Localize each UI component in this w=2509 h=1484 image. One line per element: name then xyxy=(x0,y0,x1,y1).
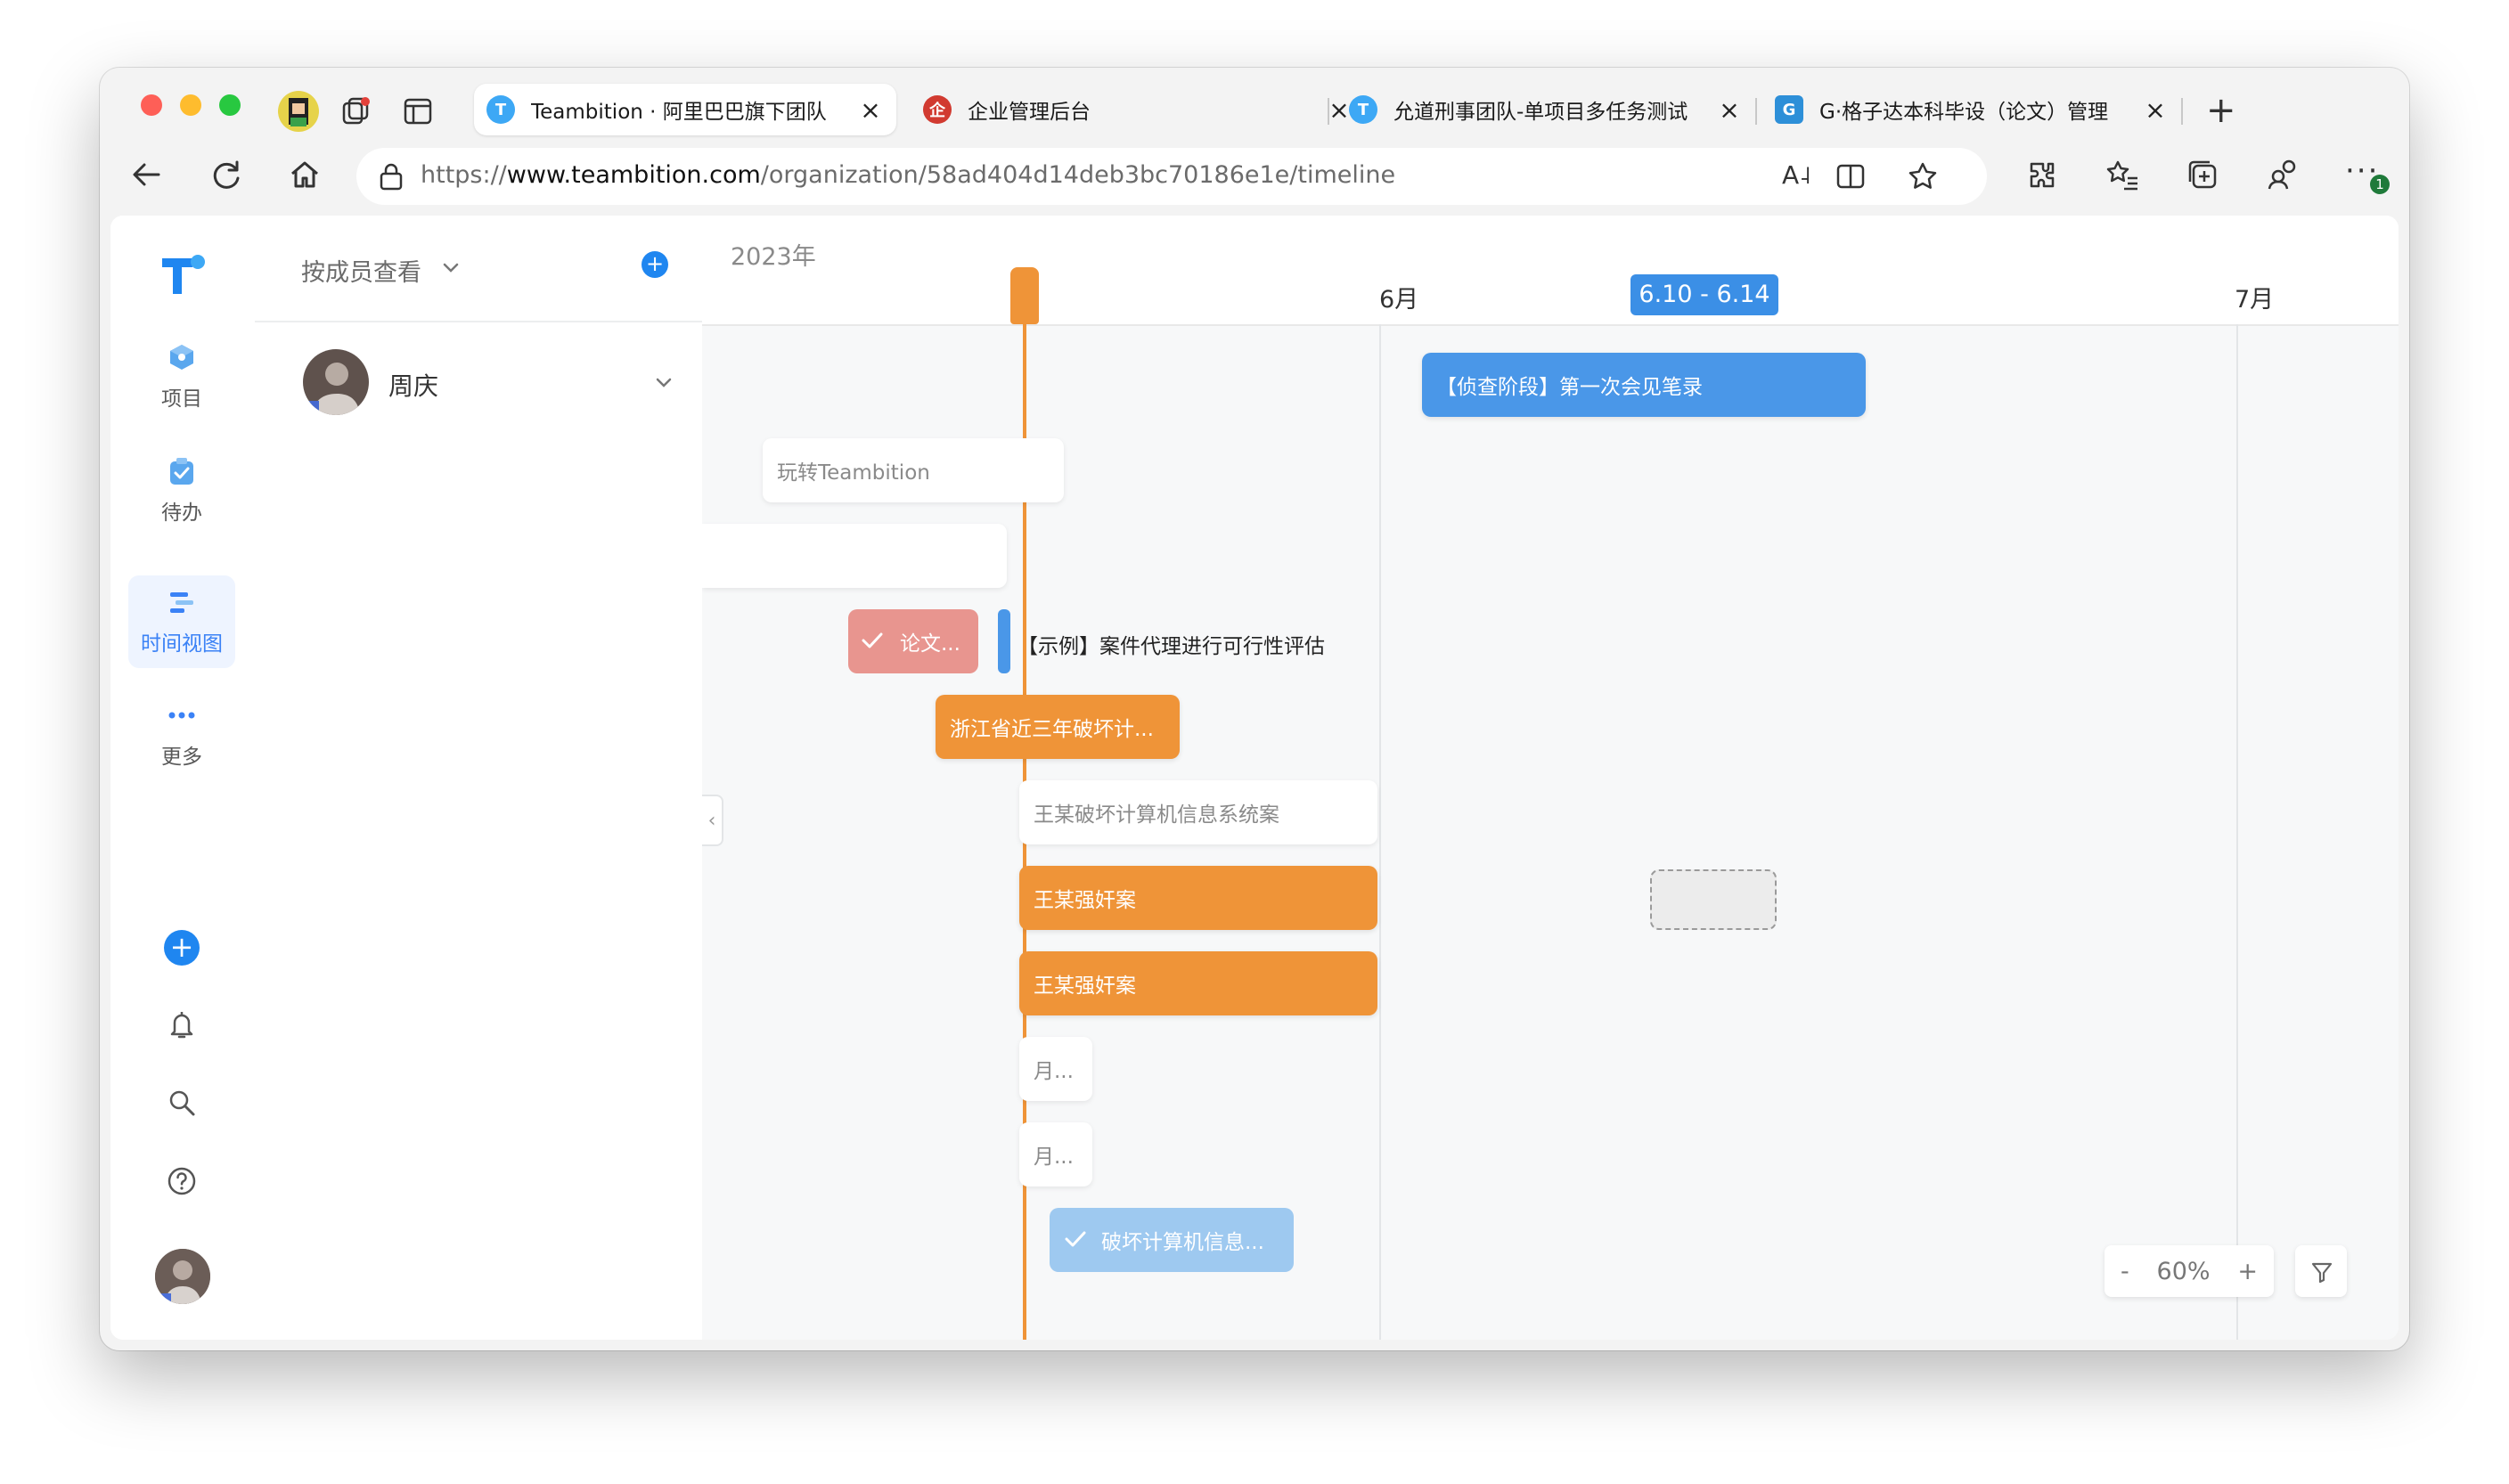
collections-icon[interactable] xyxy=(2185,157,2220,196)
close-tab-icon[interactable]: × xyxy=(1716,95,1743,125)
tab-teambition[interactable]: T Teambition · 阿里巴巴旗下团队 × xyxy=(474,84,896,135)
read-aloud-icon[interactable]: A˨ xyxy=(1782,160,1811,190)
checkmark-icon xyxy=(861,631,884,656)
zoom-in-button[interactable]: + xyxy=(2237,1258,2258,1285)
tab-yundao-team[interactable]: T 允道刑事团队-单项目多任务测试 × xyxy=(1336,84,1755,135)
member-avatar xyxy=(303,349,369,415)
refresh-icon[interactable] xyxy=(208,157,244,196)
nav-item-label: 待办 xyxy=(161,501,202,525)
profile-avatar-icon[interactable] xyxy=(278,91,319,132)
clipboard-check-icon xyxy=(167,456,197,486)
nav-item-more[interactable]: 更多 xyxy=(128,688,235,782)
nav-item-label: 项目 xyxy=(161,387,202,411)
help-icon[interactable] xyxy=(166,1165,198,1201)
chevron-down-icon xyxy=(440,257,462,284)
maximize-window-button[interactable] xyxy=(219,94,241,116)
workspaces-icon[interactable] xyxy=(339,94,372,132)
member-name: 周庆 xyxy=(388,371,439,401)
timeline-header: 2023年 6月 6.10 - 6.14 7月 xyxy=(702,216,2399,326)
left-navigation: 项目 待办 时间视图 更多 + xyxy=(110,216,257,1340)
tab-enterprise-admin[interactable]: 企 企业管理后台 × xyxy=(911,84,1365,135)
month-label: 7月 xyxy=(2235,286,2275,314)
favorite-star-icon[interactable] xyxy=(1907,160,1939,196)
teambition-favicon-icon: T xyxy=(1349,95,1377,124)
cube-icon xyxy=(167,342,197,372)
tab-separator xyxy=(1328,98,1329,125)
today-marker[interactable] xyxy=(1010,267,1039,324)
tab-separator xyxy=(1755,98,1757,125)
timeline-area: 2023年 6月 6.10 - 6.14 7月 【侦查阶段】第一次会见笔录 玩转… xyxy=(702,216,2399,1340)
gezida-favicon-icon: G xyxy=(1775,95,1803,124)
task-bar[interactable]: 月... xyxy=(1019,1037,1092,1101)
task-bar-completed[interactable]: 破坏计算机信息... xyxy=(1050,1208,1294,1272)
collapse-panel-handle[interactable]: ‹ xyxy=(702,795,723,846)
nav-item-label: 更多 xyxy=(161,746,202,769)
nav-item-projects[interactable]: 项目 xyxy=(128,330,235,424)
task-bar-narrow[interactable] xyxy=(998,609,1010,673)
task-bar[interactable] xyxy=(702,524,1007,588)
lock-icon[interactable] xyxy=(376,160,406,196)
month-gridline xyxy=(1379,324,1381,1340)
tab-gezida[interactable]: G G·格子达本科毕设（论文）管理 × xyxy=(1762,84,2181,135)
member-panel: 按成员查看 + 周庆 xyxy=(255,216,704,1340)
user-avatar[interactable] xyxy=(155,1249,210,1304)
favorites-list-icon[interactable] xyxy=(2104,157,2140,196)
close-tab-icon[interactable]: × xyxy=(2142,95,2169,125)
enterprise-favicon-icon: 企 xyxy=(923,95,952,124)
zoom-control: - 60% + xyxy=(2104,1245,2274,1297)
search-icon[interactable] xyxy=(166,1087,198,1122)
view-by-member-dropdown[interactable]: 按成员查看 xyxy=(301,253,459,288)
address-bar[interactable]: https://www.teambition.com/organization/… xyxy=(356,148,1987,205)
notification-bell-icon[interactable] xyxy=(166,1008,198,1044)
zoom-level: 60% xyxy=(2156,1257,2211,1285)
task-bar[interactable]: 王某破坏计算机信息系统案 xyxy=(1019,780,1377,844)
vertical-tabs-icon[interactable] xyxy=(403,96,433,130)
zoom-out-button[interactable]: - xyxy=(2121,1258,2129,1285)
highlight-range-badge: 6.10 - 6.14 xyxy=(1630,274,1778,315)
tab-separator xyxy=(2181,98,2183,125)
create-button[interactable]: + xyxy=(164,930,200,966)
minimize-window-button[interactable] xyxy=(180,94,201,116)
nav-item-timeline[interactable]: 时间视图 xyxy=(128,575,235,668)
divider xyxy=(255,321,702,322)
chevron-down-icon[interactable] xyxy=(652,371,675,397)
split-screen-icon[interactable] xyxy=(1835,162,1866,194)
url-text[interactable]: https://www.teambition.com/organization/… xyxy=(421,161,1395,189)
timeline-icon xyxy=(167,587,197,617)
nav-item-label: 时间视图 xyxy=(141,632,223,656)
update-badge: 1 xyxy=(2370,175,2390,194)
filter-icon xyxy=(2309,1260,2334,1288)
member-row[interactable]: 周庆 xyxy=(255,326,702,424)
task-bar[interactable]: 王某强奸案 xyxy=(1019,951,1377,1015)
task-bar[interactable]: 月... xyxy=(1019,1122,1092,1186)
more-dots-icon xyxy=(167,700,197,730)
home-icon[interactable] xyxy=(287,157,323,196)
task-bar[interactable]: 王某强奸案 xyxy=(1019,866,1377,930)
task-label: 【示例】案件代理进行可行性评估 xyxy=(1017,635,1325,658)
task-bar[interactable]: 浙江省近三年破坏计... xyxy=(936,695,1180,759)
add-member-button[interactable]: + xyxy=(642,251,668,278)
page-content: 项目 待办 时间视图 更多 + 按成员查看 + 周庆 2023年 6月 6.10… xyxy=(110,216,2399,1340)
extensions-icon[interactable] xyxy=(2024,157,2060,196)
teambition-favicon-icon: T xyxy=(486,95,515,124)
teambition-logo[interactable] xyxy=(157,249,208,305)
task-bar[interactable]: 【侦查阶段】第一次会见笔录 xyxy=(1422,353,1866,417)
browser-window: T Teambition · 阿里巴巴旗下团队 × 企 企业管理后台 × T 允… xyxy=(100,68,2409,1350)
nav-item-todo[interactable]: 待办 xyxy=(128,444,235,538)
month-gridline xyxy=(2236,324,2238,1340)
checkmark-icon xyxy=(1064,1229,1087,1254)
drop-placeholder[interactable] xyxy=(1650,869,1777,930)
new-tab-icon[interactable]: + xyxy=(2206,93,2236,128)
close-tab-icon[interactable]: × xyxy=(857,95,884,125)
task-bar-completed[interactable]: 论文... xyxy=(848,609,978,673)
year-label: 2023年 xyxy=(731,243,816,271)
profile-sync-icon[interactable] xyxy=(2265,157,2301,196)
month-label: 6月 xyxy=(1379,286,1419,314)
filter-button[interactable] xyxy=(2295,1245,2347,1297)
back-icon[interactable] xyxy=(128,157,164,196)
task-bar[interactable]: 玩转Teambition xyxy=(763,438,1064,502)
close-window-button[interactable] xyxy=(141,94,162,116)
